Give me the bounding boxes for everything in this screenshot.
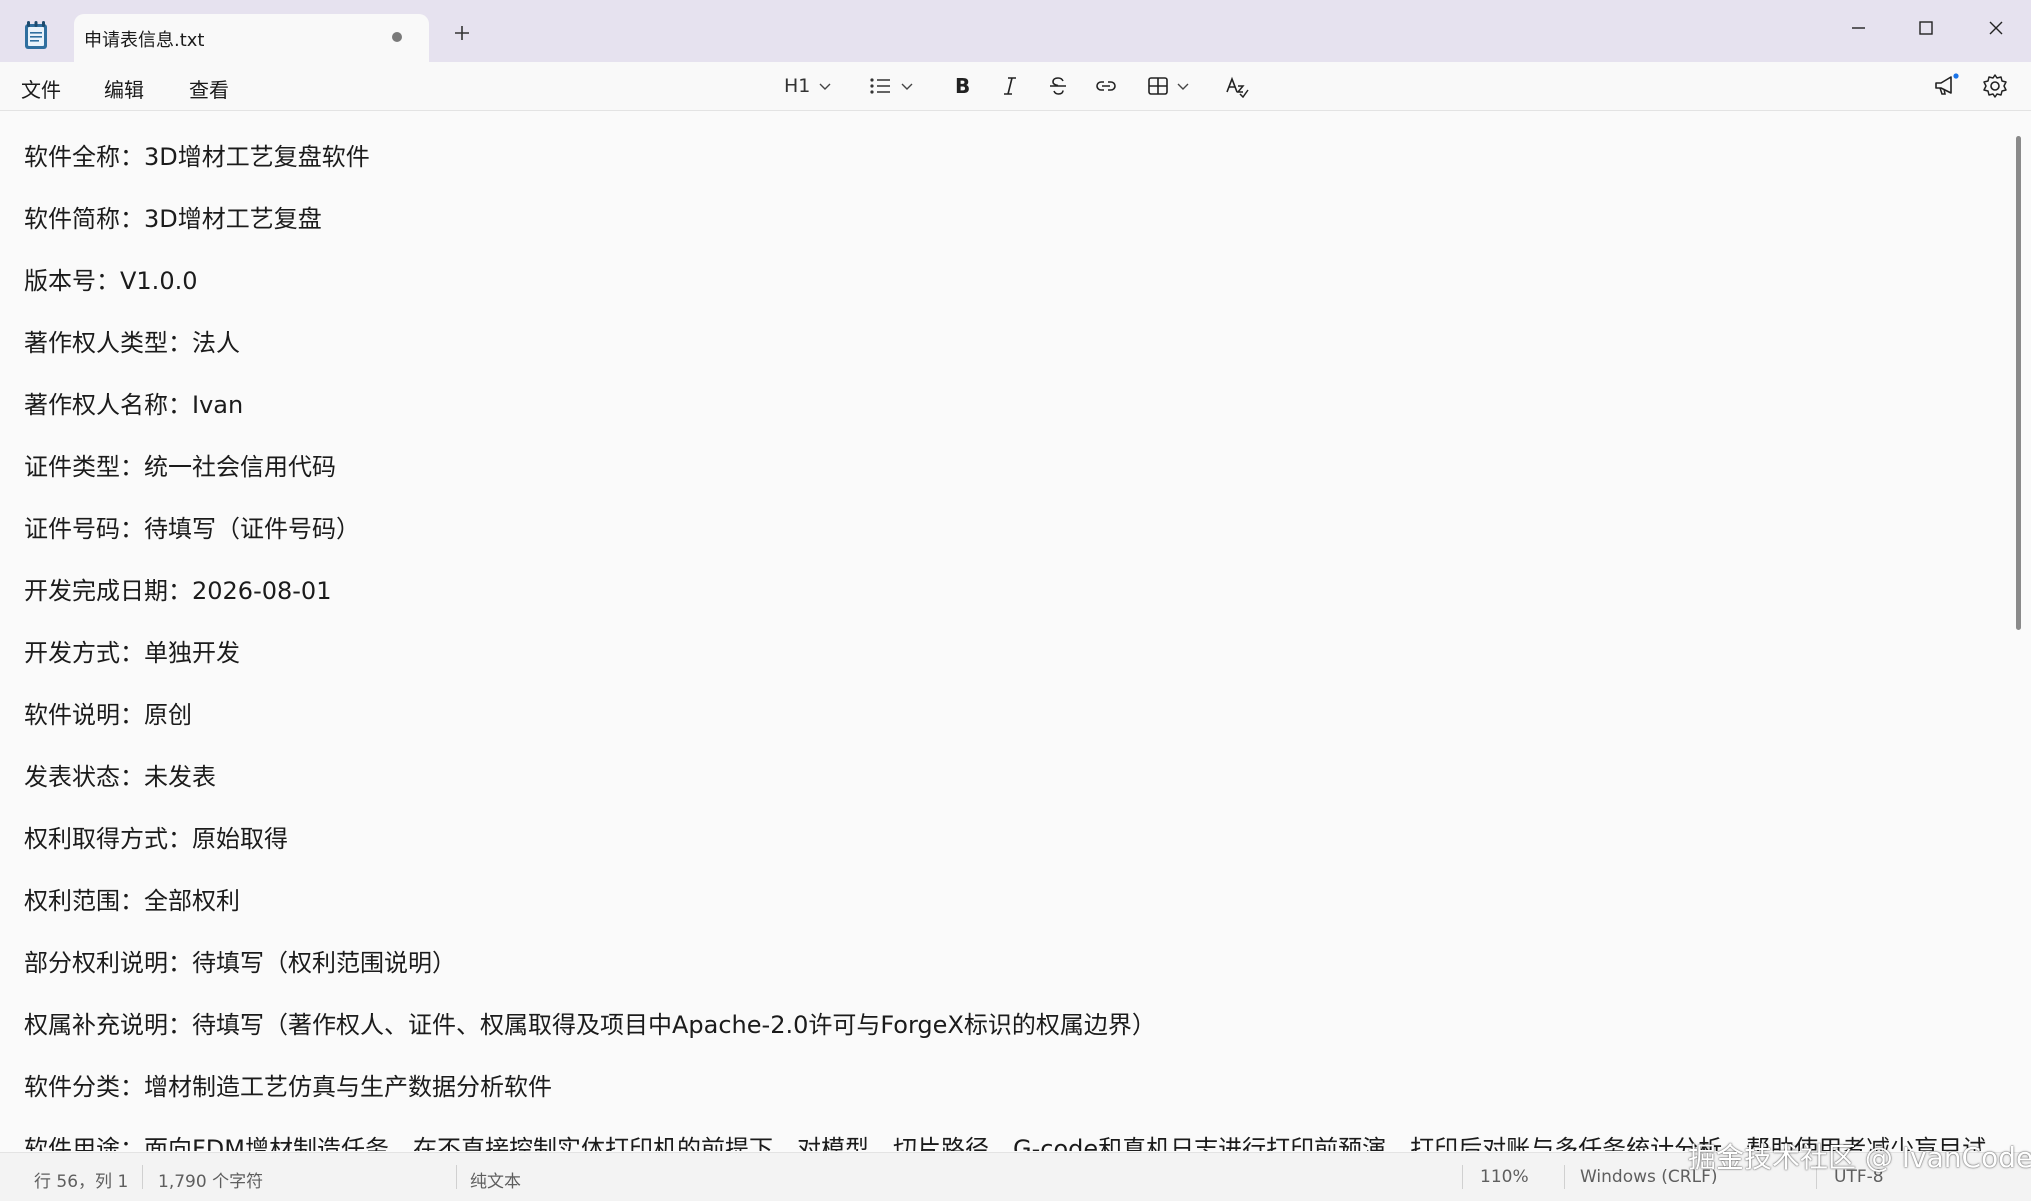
plus-icon (455, 26, 469, 40)
tab-document[interactable]: 申请表信息.txt (74, 14, 429, 62)
text-editor[interactable]: 软件全称：3D增材工艺复盘软件 软件简称：3D增材工艺复盘 版本号：V1.0.0… (0, 111, 2031, 1151)
settings-button[interactable] (1982, 68, 2008, 104)
text-line[interactable]: 开发方式：单独开发 (24, 633, 240, 668)
maximize-button[interactable] (1906, 8, 1946, 48)
menu-file[interactable]: 文件 (21, 74, 61, 103)
text-line[interactable]: 著作权人名称：Ivan (24, 385, 243, 420)
gear-icon (1983, 74, 2007, 98)
chevron-down-icon (1177, 83, 1189, 90)
character-count: 1,790 个字符 (158, 1172, 264, 1192)
table-icon (1148, 77, 1168, 95)
text-line[interactable]: 发表状态：未发表 (24, 757, 216, 792)
status-divider (456, 1165, 457, 1189)
text-line[interactable]: 软件简称：3D增材工艺复盘 (24, 199, 322, 234)
format-indicator[interactable]: 纯文本 (470, 1167, 521, 1192)
status-divider (1462, 1165, 1463, 1189)
status-divider (142, 1165, 143, 1189)
maximize-icon (1919, 21, 1933, 35)
spellcheck-icon (1226, 76, 1249, 98)
strikethrough-button[interactable] (1046, 68, 1070, 104)
text-line[interactable]: 开发完成日期：2026-08-01 (24, 571, 331, 606)
notepad-icon (22, 20, 50, 50)
menu-view[interactable]: 查看 (189, 74, 229, 103)
strikethrough-icon (1050, 77, 1066, 95)
minimize-icon (1852, 27, 1865, 29)
tab-title: 申请表信息.txt (84, 30, 205, 51)
list-dropdown[interactable] (868, 68, 914, 104)
bulleted-list-icon (870, 78, 890, 94)
watermark: 掘金技术社区 @ IvanCodes (1688, 1141, 2031, 1174)
text-line[interactable]: 软件分类：增材制造工艺仿真与生产数据分析软件 (24, 1067, 552, 1102)
menu-edit[interactable]: 编辑 (104, 74, 144, 103)
spellcheck-button[interactable] (1224, 68, 1250, 104)
text-line[interactable]: 证件类型：统一社会信用代码 (24, 447, 336, 482)
status-divider (1564, 1165, 1565, 1189)
text-line[interactable]: 版本号：V1.0.0 (24, 261, 197, 296)
heading-dropdown[interactable]: H1 (784, 68, 832, 104)
link-icon (1096, 81, 1116, 91)
heading-label: H1 (784, 75, 811, 97)
cursor-position[interactable]: 行 56，列 1 (34, 1167, 128, 1192)
minimize-button[interactable] (1838, 8, 1878, 48)
announcements-button[interactable] (1932, 68, 1960, 104)
text-line[interactable]: 证件号码：待填写（证件号码） (24, 509, 360, 544)
svg-text:B: B (955, 74, 970, 98)
text-line[interactable]: 权利取得方式：原始取得 (24, 819, 288, 854)
text-line[interactable]: 部分权利说明：待填写（权利范围说明） (24, 943, 456, 978)
italic-icon (1004, 77, 1016, 95)
chevron-down-icon (819, 83, 831, 90)
text-line[interactable]: 软件全称：3D增材工艺复盘软件 (24, 137, 370, 172)
italic-button[interactable] (998, 68, 1022, 104)
zoom-level[interactable]: 110% (1480, 1167, 1529, 1187)
chevron-down-icon (901, 83, 913, 90)
bold-button[interactable]: B (950, 68, 974, 104)
unsaved-dot-icon[interactable] (392, 32, 402, 42)
link-button[interactable] (1094, 68, 1118, 104)
text-line[interactable]: 软件说明：原创 (24, 695, 192, 730)
text-line[interactable]: 著作权人类型：法人 (24, 323, 240, 358)
bold-icon: B (955, 74, 970, 98)
table-dropdown[interactable] (1146, 68, 1190, 104)
vertical-scrollbar[interactable] (2016, 136, 2021, 630)
close-button[interactable] (1976, 8, 2016, 48)
megaphone-icon (1935, 73, 1959, 95)
text-line[interactable]: 权属补充说明：待填写（著作权人、证件、权属取得及项目中Apache-2.0许可与… (24, 1005, 1156, 1040)
new-tab-button[interactable] (452, 22, 472, 48)
close-icon (1989, 21, 2003, 35)
menu-bar: 文件 编辑 查看 H1 B (0, 62, 2031, 111)
title-bar: 申请表信息.txt (0, 0, 2031, 62)
text-line[interactable]: 权利范围：全部权利 (24, 881, 240, 916)
